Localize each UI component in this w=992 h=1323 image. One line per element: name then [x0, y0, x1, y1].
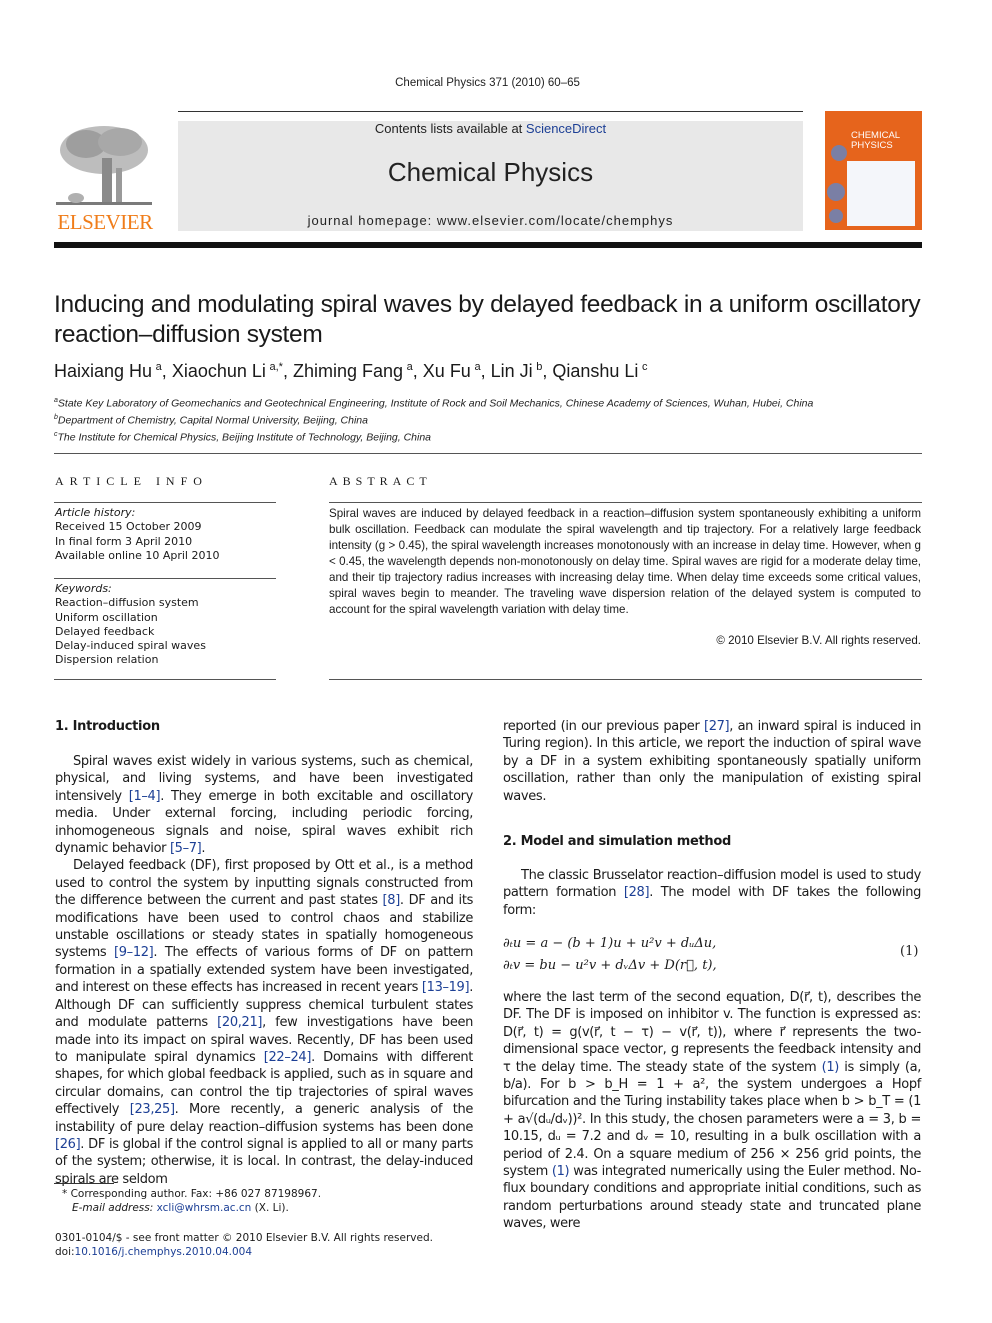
- keyword: Reaction–diffusion system: [55, 596, 199, 610]
- introduction-continued: reported (in our previous paper [27], an…: [503, 718, 921, 805]
- keyword: Uniform oscillation: [55, 610, 158, 624]
- equation-line: ∂ₜv = bu − u²v + dᵥΔv + D(r⃗, t),: [503, 958, 717, 973]
- model-body: The classic Brusselator reaction–diffusi…: [503, 867, 921, 919]
- elsevier-logo[interactable]: ELSEVIER: [54, 122, 156, 234]
- history-received: Received 15 October 2009: [55, 520, 202, 534]
- author[interactable]: Lin Ji b: [491, 361, 543, 381]
- corresponding-author-note: * Corresponding author. Fax: +86 027 871…: [62, 1188, 322, 1200]
- doi-link[interactable]: 10.1016/j.chemphys.2010.04.004: [75, 1246, 252, 1258]
- footnote-rule: [54, 1183, 114, 1184]
- reference-link[interactable]: [13–19]: [422, 980, 470, 995]
- header-rule: [178, 111, 803, 112]
- reference-link[interactable]: [8]: [383, 893, 401, 908]
- keywords-label: Keywords:: [55, 582, 112, 595]
- introduction-body: Spiral waves exist widely in various sys…: [55, 753, 473, 1188]
- article-history: Article history: Received 15 October 200…: [55, 506, 219, 563]
- email-note: E-mail address: xcli@whrsm.ac.cn (X. Li)…: [72, 1202, 289, 1214]
- section-heading-model: 2. Model and simulation method: [503, 834, 732, 849]
- author[interactable]: Zhiming Fang a: [293, 361, 413, 381]
- affiliation: cThe Institute for Chemical Physics, Bei…: [54, 431, 432, 444]
- equation-line: ∂ₜu = a − (b + 1)u + u²v + dᵤΔu,: [503, 936, 717, 951]
- keyword: Dispersion relation: [55, 653, 159, 667]
- author-list: Haixiang Hu a, Xiaochun Li a,*, Zhiming …: [54, 361, 648, 381]
- reference-link[interactable]: [5–7]: [170, 841, 202, 856]
- equation-reference-link[interactable]: (1): [552, 1164, 570, 1179]
- paragraph: reported (in our previous paper [27], an…: [503, 719, 921, 804]
- article-info-rule: [54, 502, 276, 503]
- keyword: Delay-induced spiral waves: [55, 639, 206, 653]
- keyword: Delayed feedback: [55, 624, 155, 638]
- author[interactable]: Xu Fu a: [423, 361, 481, 381]
- author[interactable]: Qianshu Li c: [552, 361, 647, 381]
- journal-citation: Chemical Physics 371 (2010) 60–65: [395, 77, 580, 89]
- model-body-continued: where the last term of the second equati…: [503, 989, 921, 1233]
- article-info-rule: [54, 679, 276, 680]
- contents-prefix: Contents lists available at: [374, 121, 526, 136]
- reference-link[interactable]: [20,21]: [217, 1015, 262, 1030]
- affiliation: bDepartment of Chemistry, Capital Normal…: [54, 414, 368, 427]
- abstract-rule: [329, 502, 922, 503]
- equation-1: ∂ₜu = a − (b + 1)u + u²v + dᵤΔu, ∂ₜv = b…: [503, 933, 921, 977]
- affiliations: aState Key Laboratory of Geomechanics an…: [54, 394, 813, 445]
- journal-cover[interactable]: CHEMICAL PHYSICS: [825, 111, 922, 230]
- journal-title: Chemical Physics: [387, 157, 594, 187]
- front-matter-notice: 0301-0104/$ - see front matter © 2010 El…: [55, 1232, 433, 1244]
- cover-title: CHEMICAL PHYSICS: [851, 130, 901, 151]
- reference-link[interactable]: [28]: [624, 885, 650, 900]
- contents-line: Contents lists available at ScienceDirec…: [178, 121, 803, 136]
- header-thick-rule: [54, 242, 922, 248]
- sciencedirect-link[interactable]: ScienceDirect: [526, 121, 606, 136]
- abstract-text: Spiral waves are induced by delayed feed…: [329, 507, 921, 616]
- cover-molecule-icon: [827, 183, 845, 201]
- journal-banner: Contents lists available at ScienceDirec…: [178, 121, 803, 231]
- history-final-form: In final form 3 April 2010: [55, 534, 193, 548]
- history-label: Article history:: [55, 506, 136, 519]
- equation-number: (1): [900, 944, 919, 959]
- cover-molecule-icon: [831, 145, 847, 161]
- elsevier-tree-icon: [56, 126, 152, 205]
- paragraph: Spiral waves exist widely in various sys…: [55, 754, 474, 857]
- paragraph: The classic Brusselator reaction–diffusi…: [503, 868, 921, 918]
- article-info-heading: ARTICLE INFO: [55, 474, 208, 488]
- affiliation: aState Key Laboratory of Geomechanics an…: [54, 397, 814, 410]
- section-heading-introduction: 1. Introduction: [55, 719, 160, 734]
- abstract-heading: ABSTRACT: [329, 474, 432, 488]
- abstract-copyright: © 2010 Elsevier B.V. All rights reserved…: [716, 634, 921, 647]
- history-online: Available online 10 April 2010: [55, 548, 220, 562]
- keywords: Keywords: Reaction–diffusion system Unif…: [55, 582, 206, 668]
- abstract-rule: [329, 679, 922, 680]
- doi-line: doi:10.1016/j.chemphys.2010.04.004: [55, 1246, 253, 1258]
- reference-link[interactable]: [22–24]: [264, 1050, 312, 1065]
- article-title: Inducing and modulating spiral waves by …: [54, 291, 921, 348]
- reference-link[interactable]: [26]: [55, 1137, 81, 1152]
- reference-link[interactable]: [23,25]: [130, 1102, 175, 1117]
- cover-graphic: [847, 161, 915, 226]
- article-info-rule: [54, 578, 276, 579]
- reference-link[interactable]: [9–12]: [114, 945, 154, 960]
- reference-link[interactable]: [27]: [704, 719, 730, 734]
- journal-homepage-link[interactable]: journal homepage: www.elsevier.com/locat…: [178, 213, 803, 228]
- author[interactable]: Xiaochun Li a,*: [172, 361, 283, 381]
- paragraph: where the last term of the second equati…: [503, 990, 921, 1232]
- reference-link[interactable]: [1–4]: [129, 789, 161, 804]
- section-rule: [54, 453, 922, 454]
- cover-molecule-icon: [829, 209, 843, 223]
- footnote: * Corresponding author. Fax: +86 027 871…: [62, 1187, 321, 1215]
- elsevier-wordmark: ELSEVIER: [57, 210, 153, 234]
- front-matter: 0301-0104/$ - see front matter © 2010 El…: [55, 1231, 433, 1259]
- email-link[interactable]: xcli@whrsm.ac.cn: [157, 1202, 252, 1214]
- equation-reference-link[interactable]: (1): [822, 1060, 840, 1075]
- paragraph: Delayed feedback (DF), first proposed by…: [55, 858, 474, 1187]
- author[interactable]: Haixiang Hu a: [54, 361, 162, 381]
